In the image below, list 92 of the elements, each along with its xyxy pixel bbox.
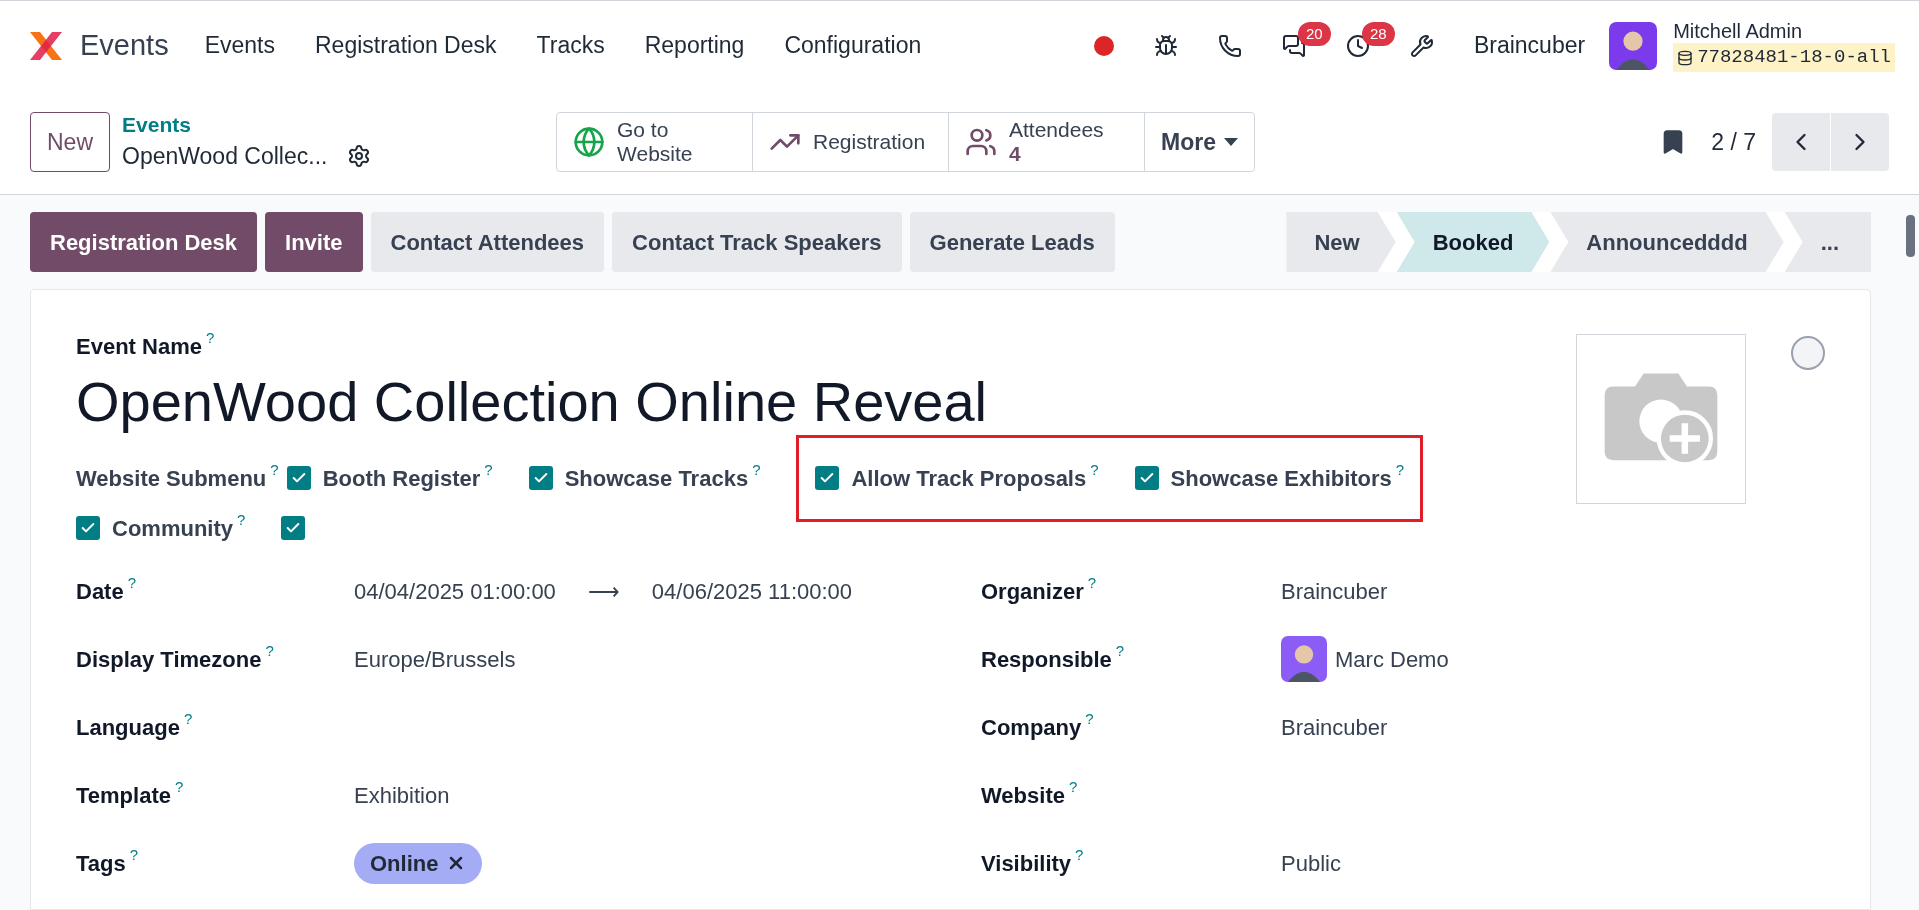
field-label: Company xyxy=(981,713,1082,742)
field-label: Language xyxy=(76,713,180,742)
pager-value[interactable]: 2 / 7 xyxy=(1711,124,1756,160)
help-mark[interactable]: ? xyxy=(1075,846,1084,863)
checkbox[interactable] xyxy=(286,466,311,490)
stage-step[interactable]: New xyxy=(1286,212,1396,272)
help-mark[interactable]: ? xyxy=(270,461,279,478)
help-mark[interactable]: ? xyxy=(1085,710,1094,727)
menu-item[interactable]: Reporting xyxy=(644,28,745,63)
field-value[interactable]: Europe/Brussels xyxy=(354,646,516,672)
avatar-icon xyxy=(1609,21,1658,70)
field-value[interactable]: Braincuber xyxy=(1281,714,1388,740)
breadcrumb-current: OpenWood Collec... xyxy=(122,141,328,171)
checkbox-label: Showcase Exhibitors xyxy=(1170,464,1392,493)
settings-icon[interactable] xyxy=(347,144,372,168)
action-button[interactable]: Invite xyxy=(265,212,363,272)
checkbox-label: Community xyxy=(112,514,233,543)
checkbox-label: Allow Track Proposals xyxy=(851,464,1087,493)
checkbox-label: Showcase Tracks xyxy=(564,464,749,493)
help-mark[interactable]: ? xyxy=(205,330,215,346)
field-label: Responsible xyxy=(981,645,1112,674)
count-badge: 28 xyxy=(1361,21,1395,46)
chat-icon[interactable] xyxy=(1281,33,1306,58)
menu-item[interactable]: Configuration xyxy=(784,28,922,63)
help-mark[interactable]: ? xyxy=(1068,778,1078,795)
action-button[interactable]: Registration Desk xyxy=(30,212,258,272)
action-button[interactable]: Generate Leads xyxy=(909,212,1115,272)
help-mark[interactable]: ? xyxy=(129,846,139,863)
priority-toggle[interactable] xyxy=(1791,336,1825,370)
scrollbar[interactable] xyxy=(1906,215,1915,257)
checkbox[interactable] xyxy=(815,466,840,490)
new-button[interactable]: New xyxy=(30,112,110,172)
action-button[interactable]: Contact Track Speakers xyxy=(612,212,902,272)
avatar-icon xyxy=(1281,636,1327,682)
field-label: Template xyxy=(76,781,171,810)
tag[interactable]: Online xyxy=(354,842,483,884)
more-button[interactable]: More xyxy=(1145,113,1254,171)
help-mark[interactable]: ? xyxy=(127,574,137,591)
end-date[interactable]: 04/06/2025 11:00:00 xyxy=(651,574,853,608)
field-label: Visibility xyxy=(981,849,1072,878)
phone-icon[interactable] xyxy=(1217,33,1242,58)
field-label: Website xyxy=(981,781,1065,810)
menu-item[interactable]: Registration Desk xyxy=(315,28,497,63)
field-value[interactable]: Marc Demo xyxy=(1335,642,1449,676)
help-mark[interactable]: ? xyxy=(752,461,761,478)
stage-step[interactable]: Booked xyxy=(1396,212,1550,272)
field-label: Tags xyxy=(76,849,126,878)
start-date[interactable]: 04/04/2025 01:00:00 xyxy=(354,574,556,608)
stage-step[interactable]: Announcedddd xyxy=(1550,212,1784,272)
tools-icon[interactable] xyxy=(1409,33,1434,58)
clock-icon[interactable] xyxy=(1345,33,1370,58)
field-label: Organizer xyxy=(981,577,1084,606)
smart-button[interactable]: Registration xyxy=(753,113,949,171)
bug-icon[interactable] xyxy=(1153,33,1178,58)
checkbox-label: Booth Register xyxy=(322,464,481,493)
database-badge: 77828481-18-0-all xyxy=(1673,43,1895,72)
field-label: Display Timezone xyxy=(76,645,262,674)
user-name[interactable]: Mitchell Admin xyxy=(1673,19,1895,44)
people-icon xyxy=(965,126,997,158)
checkbox[interactable] xyxy=(528,466,553,490)
help-mark[interactable]: ? xyxy=(183,710,193,727)
action-button[interactable]: Contact Attendees xyxy=(370,212,605,272)
checkbox[interactable] xyxy=(281,516,306,540)
field-label: Website Submenu xyxy=(76,464,267,493)
checkbox[interactable] xyxy=(76,516,100,540)
menu-item[interactable]: Events xyxy=(204,28,275,63)
field-label: Date xyxy=(76,577,124,606)
event-name[interactable]: OpenWood Collection Online Reveal xyxy=(76,367,1825,437)
help-mark[interactable]: ? xyxy=(1395,461,1405,478)
field-value[interactable]: Public xyxy=(1281,850,1341,876)
stage-step[interactable]: ... xyxy=(1784,212,1871,272)
globe-icon xyxy=(573,126,605,158)
help-mark[interactable]: ? xyxy=(484,461,493,478)
help-mark[interactable]: ? xyxy=(1115,642,1125,659)
checkbox[interactable] xyxy=(1134,466,1159,490)
arrow-icon: ⟶ xyxy=(587,574,620,608)
field-value[interactable]: Exhibition xyxy=(354,782,450,808)
company-name[interactable]: Braincuber xyxy=(1473,28,1586,63)
smart-button[interactable]: Attendees 4 xyxy=(949,113,1145,171)
help-mark[interactable]: ? xyxy=(237,511,246,528)
help-mark[interactable]: ? xyxy=(265,642,274,659)
field-label: Event Name xyxy=(76,333,202,361)
field-value[interactable]: Braincuber xyxy=(1281,578,1388,604)
caret-icon xyxy=(1223,138,1238,146)
count-badge: 20 xyxy=(1297,21,1331,46)
help-mark[interactable]: ? xyxy=(1087,574,1097,591)
menu-item[interactable]: Tracks xyxy=(536,28,605,63)
help-mark[interactable]: ? xyxy=(174,778,184,795)
smart-button[interactable]: Go to Website xyxy=(557,113,753,171)
help-mark[interactable]: ? xyxy=(1090,461,1099,478)
breadcrumb-link[interactable]: Events xyxy=(122,110,402,139)
app-name[interactable]: Events xyxy=(80,23,169,68)
